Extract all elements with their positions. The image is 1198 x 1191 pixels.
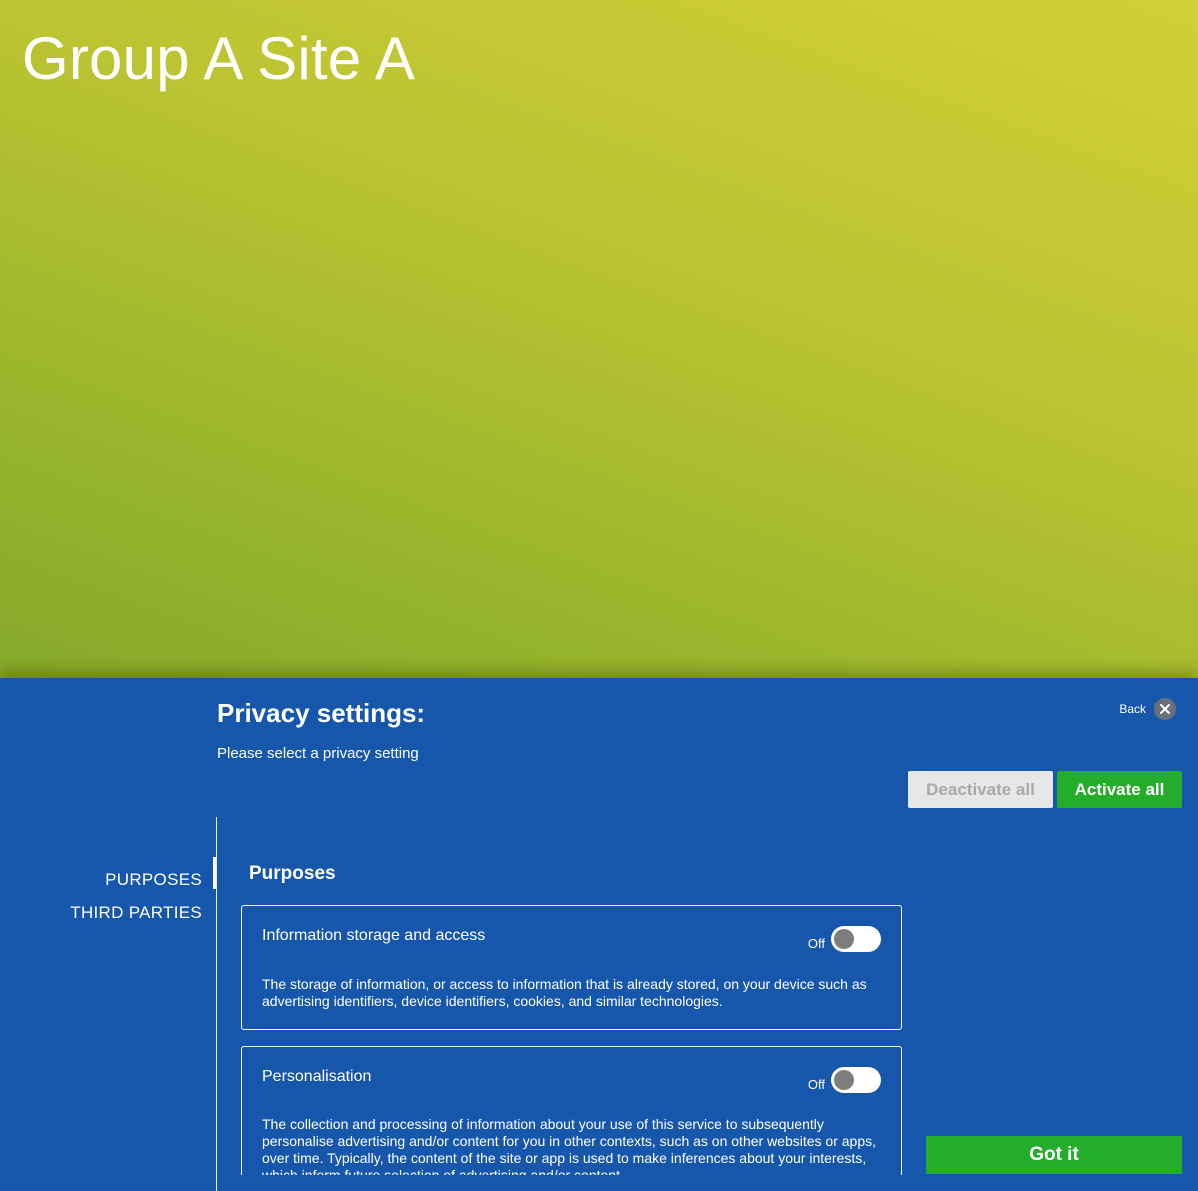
toggle-state-label: Off bbox=[807, 935, 825, 951]
privacy-subtitle: Please select a privacy setting bbox=[217, 745, 419, 762]
site-title: Group A Site A bbox=[22, 25, 416, 92]
deactivate-all-button[interactable]: Deactivate all bbox=[908, 771, 1053, 808]
purpose-card: Personalisation Off The collection and p… bbox=[241, 1046, 902, 1175]
purpose-description: The collection and processing of informa… bbox=[262, 1116, 877, 1175]
purpose-toggle[interactable]: Off bbox=[808, 926, 881, 952]
nav-divider bbox=[216, 817, 217, 1191]
toggle-switch[interactable] bbox=[831, 1067, 881, 1093]
privacy-settings-panel: Privacy settings: Please select a privac… bbox=[0, 678, 1198, 1191]
purpose-description: The storage of information, or access to… bbox=[262, 976, 867, 1009]
purposes-list[interactable]: Information storage and access Off The s… bbox=[241, 905, 903, 1175]
activate-all-button[interactable]: Activate all bbox=[1057, 771, 1182, 808]
privacy-title: Privacy settings: bbox=[217, 698, 426, 728]
section-title: Purposes bbox=[249, 863, 336, 884]
nav-active-indicator bbox=[213, 857, 216, 889]
toggle-state-label: Off bbox=[807, 1076, 825, 1092]
hero-banner: Group A Site A bbox=[0, 0, 1198, 678]
nav-item-purposes[interactable]: PURPOSES bbox=[70, 863, 202, 896]
got-it-button[interactable]: Got it bbox=[926, 1136, 1182, 1174]
purpose-card: Information storage and access Off The s… bbox=[241, 905, 902, 1030]
purpose-title: Information storage and access bbox=[262, 927, 486, 944]
toggle-knob bbox=[834, 1070, 854, 1090]
page: Group A Site A Privacy settings: Please … bbox=[0, 0, 1198, 1191]
back-button[interactable]: Back bbox=[1119, 698, 1176, 720]
toggle-switch[interactable] bbox=[831, 926, 881, 952]
purpose-toggle[interactable]: Off bbox=[808, 1067, 881, 1093]
purpose-title: Personalisation bbox=[262, 1068, 372, 1085]
back-label: Back bbox=[1119, 702, 1146, 716]
toggle-knob bbox=[834, 929, 854, 949]
close-icon[interactable] bbox=[1154, 698, 1176, 720]
nav-item-third-parties[interactable]: THIRD PARTIES bbox=[70, 896, 202, 929]
privacy-nav: PURPOSES THIRD PARTIES bbox=[70, 863, 202, 929]
